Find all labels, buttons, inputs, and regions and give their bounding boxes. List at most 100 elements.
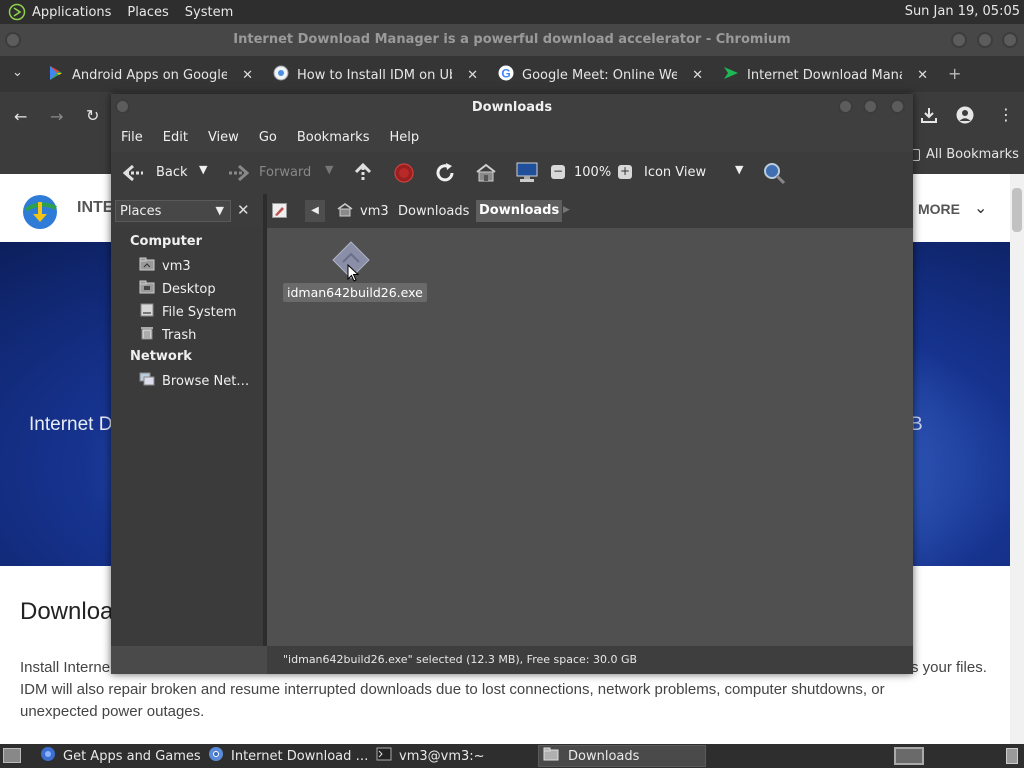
- system-menu[interactable]: System: [181, 5, 237, 20]
- back-history-dropdown-icon[interactable]: ▼: [199, 163, 207, 176]
- browser-titlebar: Internet Download Manager is a powerful …: [0, 24, 1024, 56]
- fm-window-menu-button[interactable]: [115, 99, 130, 114]
- para-line-1-left: Install Interne: [20, 659, 111, 676]
- menu-file[interactable]: File: [121, 130, 143, 145]
- computer-icon[interactable]: [515, 161, 539, 187]
- file-manager-title: Downloads: [471, 100, 553, 115]
- page-scrollbar-thumb[interactable]: [1012, 188, 1022, 232]
- distro-logo-icon[interactable]: [8, 3, 26, 21]
- back-button[interactable]: Back: [156, 165, 188, 180]
- sidebar-heading-computer: Computer: [130, 234, 203, 249]
- menu-go[interactable]: Go: [259, 130, 277, 145]
- site-brand[interactable]: INTE: [77, 199, 113, 217]
- tab-idm[interactable]: Internet Download Manag ✕: [723, 62, 928, 88]
- reload-icon[interactable]: ↻: [86, 106, 99, 125]
- tab-close-icon[interactable]: ✕: [692, 68, 703, 83]
- profile-icon[interactable]: [956, 106, 974, 128]
- places-menu[interactable]: Places: [123, 5, 172, 20]
- downloads-icon[interactable]: [920, 106, 938, 128]
- svg-text:G: G: [501, 67, 510, 81]
- more-nav-link[interactable]: MORE: [918, 201, 960, 217]
- applications-menu[interactable]: Applications: [28, 5, 115, 20]
- tab-close-icon[interactable]: ✕: [467, 68, 478, 83]
- all-bookmarks-link[interactable]: All Bookmarks: [926, 147, 1019, 162]
- forward-arrow-icon[interactable]: →: [50, 107, 63, 126]
- tab-android-apps[interactable]: Android Apps on Google Pl ✕: [48, 62, 253, 88]
- sidebar-item-vm3[interactable]: vm3: [139, 257, 191, 275]
- location-bar: Places ▼ ✕ ◀ vm3 Downloads Downloads ▶: [111, 194, 913, 228]
- sidebar-item-browse-network[interactable]: Browse Net…: [139, 372, 249, 390]
- taskbar-item-get-apps[interactable]: Get Apps and Games: [36, 745, 201, 767]
- sidebar-heading-network: Network: [130, 349, 192, 364]
- bottom-taskbar: Get Apps and Games Internet Download … v…: [0, 744, 1024, 768]
- menu-edit[interactable]: Edit: [163, 130, 188, 145]
- close-sidebar-icon[interactable]: ✕: [237, 201, 250, 219]
- path-segment-downloads-current[interactable]: Downloads: [476, 200, 563, 222]
- taskbar-item-terminal[interactable]: vm3@vm3:~: [372, 745, 536, 767]
- kebab-menu-icon[interactable]: ⋮: [998, 105, 1014, 124]
- show-desktop-icon[interactable]: [3, 748, 21, 763]
- edit-location-icon[interactable]: [272, 203, 287, 218]
- forward-button[interactable]: Forward: [259, 165, 311, 180]
- home-icon[interactable]: [475, 163, 497, 187]
- google-play-icon: [48, 65, 64, 85]
- panel-clock[interactable]: Sun Jan 19, 05:05: [905, 4, 1020, 19]
- back-icon[interactable]: [122, 164, 145, 186]
- sidebar-selector-value: Places: [120, 204, 162, 219]
- forward-icon[interactable]: [227, 164, 250, 186]
- reload-icon[interactable]: [434, 162, 456, 188]
- idm-icon: [723, 65, 739, 85]
- terminal-icon: [376, 747, 392, 765]
- fm-maximize-button[interactable]: [863, 99, 878, 114]
- close-button[interactable]: [1002, 32, 1018, 48]
- path-back-arrow-icon[interactable]: ◀: [305, 200, 325, 222]
- sidebar-item-trash[interactable]: Trash: [139, 326, 196, 344]
- file-name-label: idman642build26.exe: [283, 283, 427, 302]
- taskbar-item-chromium[interactable]: Internet Download …: [204, 745, 370, 767]
- path-segment-vm3[interactable]: vm3: [360, 204, 389, 219]
- trash-applet-icon[interactable]: [1006, 748, 1018, 764]
- fm-close-button[interactable]: [890, 99, 905, 114]
- window-menu-button[interactable]: [5, 32, 21, 48]
- tab-close-icon[interactable]: ✕: [917, 68, 928, 83]
- tab-search-chevron-icon[interactable]: ⌄: [12, 65, 23, 80]
- tab-label: Android Apps on Google Pl: [72, 67, 227, 83]
- sidebar-item-file-system[interactable]: File System: [139, 303, 236, 321]
- stop-icon[interactable]: [394, 163, 414, 187]
- menu-help[interactable]: Help: [389, 130, 419, 145]
- taskbar-item-downloads[interactable]: Downloads: [538, 745, 706, 767]
- up-arrow-icon[interactable]: [353, 162, 373, 186]
- view-mode-dropdown-icon[interactable]: ▼: [735, 163, 743, 176]
- view-mode-select[interactable]: Icon View: [644, 165, 706, 180]
- chevron-down-icon[interactable]: ⌄: [974, 198, 987, 217]
- top-panel: Applications Places System Sun Jan 19, 0…: [0, 0, 1024, 24]
- sidebar-selector[interactable]: Places ▼: [115, 200, 231, 222]
- path-forward-arrow-icon[interactable]: ▶: [563, 205, 570, 215]
- fm-minimize-button[interactable]: [838, 99, 853, 114]
- sidebar-item-label: vm3: [162, 258, 191, 274]
- page-scrollbar[interactable]: [1010, 174, 1024, 744]
- minimize-button[interactable]: [951, 32, 967, 48]
- search-icon[interactable]: [762, 161, 786, 189]
- file-item[interactable]: idman642build26.exe: [283, 240, 427, 302]
- folder-icon: [543, 747, 559, 765]
- maximize-button[interactable]: [977, 32, 993, 48]
- back-arrow-icon[interactable]: ←: [14, 107, 27, 126]
- path-segment-downloads[interactable]: Downloads: [398, 204, 469, 219]
- tab-google-meet[interactable]: G Google Meet: Online Web ✕: [498, 62, 703, 88]
- menu-view[interactable]: View: [208, 130, 239, 145]
- zoom-out-icon[interactable]: −: [551, 165, 565, 179]
- zoom-in-icon[interactable]: +: [618, 165, 632, 179]
- tab-close-icon[interactable]: ✕: [242, 68, 253, 83]
- file-manager-titlebar: Downloads: [111, 94, 913, 122]
- new-tab-icon[interactable]: +: [948, 64, 961, 83]
- zoom-level[interactable]: 100%: [574, 165, 611, 180]
- menu-bookmarks[interactable]: Bookmarks: [297, 130, 370, 145]
- workspace-switcher-icon[interactable]: [894, 747, 924, 765]
- sidebar-item-desktop[interactable]: Desktop: [139, 280, 216, 298]
- forward-history-dropdown-icon[interactable]: ▼: [325, 163, 333, 176]
- network-icon: [139, 372, 155, 390]
- tab-install-idm[interactable]: How to Install IDM on Ubu ✕: [273, 62, 478, 88]
- taskbar-item-label: Downloads: [568, 748, 640, 764]
- file-view[interactable]: idman642build26.exe: [267, 228, 913, 646]
